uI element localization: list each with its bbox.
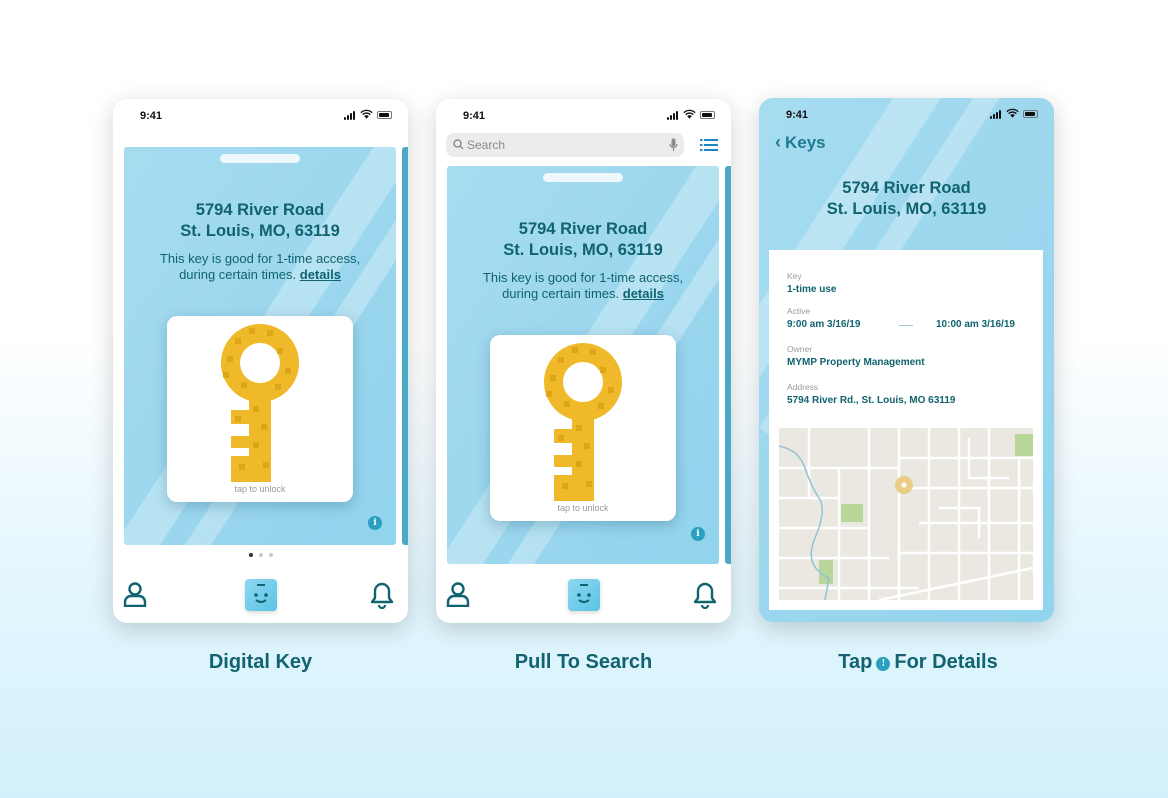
next-card-peek[interactable] — [402, 147, 408, 545]
tab-bar — [113, 579, 408, 619]
status-bar: 9:41 — [113, 99, 408, 133]
description-line-2: during certain times. — [502, 286, 620, 301]
key-icon — [220, 324, 299, 482]
page-indicator — [113, 553, 408, 557]
mic-icon[interactable] — [669, 138, 678, 152]
tab-bar — [436, 579, 731, 619]
battery-icon — [700, 111, 715, 119]
battery-icon — [1023, 110, 1038, 118]
address-line-1: 5794 River Road — [842, 179, 971, 197]
key-details-panel: Key 1-time use Active 9:00 am 3/16/19 10… — [769, 250, 1043, 610]
phone-key-details: 9:41 ‹ Keys 5794 River Road St. Louis, MO… — [759, 98, 1054, 622]
phone-digital-key: 9:41 5794 River Road St. Louis, MO, 6311… — [113, 99, 408, 623]
address-line-2: St. Louis, MO, 63119 — [180, 222, 340, 240]
address-line-2: St. Louis, MO, 63119 — [826, 200, 987, 218]
signal-icon — [667, 111, 680, 120]
info-icon: ! — [876, 657, 891, 671]
status-time: 9:41 — [786, 109, 809, 121]
face-icon[interactable] — [567, 579, 600, 611]
bell-icon[interactable] — [693, 581, 717, 609]
address-line-2: St. Louis, MO, 63119 — [503, 241, 663, 259]
card-address: 5794 River Road St. Louis, MO, 63119 — [447, 219, 719, 261]
address-line-1: 5794 River Road — [195, 201, 325, 219]
phone-pull-to-search: 9:41 Search 5794 River Road St. Louis, M… — [436, 99, 731, 623]
description-line-2: during certain times. — [179, 267, 297, 282]
key-tile[interactable]: tap to unlock — [167, 316, 353, 502]
active-end: 10:00 am 3/16/19 — [936, 319, 1015, 330]
details-link[interactable]: details — [623, 286, 664, 301]
caption-prefix: Tap — [838, 651, 873, 673]
battery-icon — [377, 111, 392, 119]
tap-to-unlock-label: tap to unlock — [557, 503, 609, 513]
card-handle[interactable] — [543, 173, 623, 182]
caption-suffix: For Details — [894, 651, 998, 673]
status-bar: 9:41 — [759, 98, 1054, 132]
next-card-peek[interactable] — [725, 166, 731, 564]
bell-icon[interactable] — [370, 581, 394, 609]
info-icon[interactable]: i — [368, 516, 382, 530]
back-label: Keys — [785, 133, 826, 152]
address-value: 5794 River Rd., St. Louis, MO 63119 — [787, 395, 956, 406]
address-line-1: 5794 River Road — [518, 220, 648, 238]
digital-key-card[interactable]: 5794 River Road St. Louis, MO, 63119 Thi… — [124, 147, 396, 545]
caption-pull-to-search: Pull To Search — [514, 651, 653, 673]
person-icon[interactable] — [446, 581, 470, 607]
search-placeholder: Search — [467, 138, 506, 152]
caption-tap-for-details: Tap! For Details — [759, 651, 1077, 674]
wifi-icon — [360, 109, 373, 119]
person-icon[interactable] — [123, 581, 147, 607]
active-range-dash — [899, 325, 913, 326]
chevron-left-icon: ‹ — [775, 132, 781, 152]
key-icon — [543, 343, 622, 501]
card-address: 5794 River Road St. Louis, MO, 63119 — [124, 200, 396, 242]
search-icon — [453, 139, 464, 150]
key-tile[interactable]: tap to unlock — [490, 335, 676, 521]
digital-key-card[interactable]: 5794 River Road St. Louis, MO, 63119 Thi… — [447, 166, 719, 564]
list-icon[interactable] — [700, 139, 718, 151]
back-button[interactable]: ‹ Keys — [775, 132, 826, 153]
signal-icon — [990, 110, 1003, 119]
owner-value: MYMP Property Management — [787, 357, 925, 368]
access-description: This key is good for 1-time access, duri… — [124, 251, 396, 283]
key-label: Key — [787, 271, 802, 281]
key-value: 1-time use — [787, 284, 837, 295]
info-icon[interactable]: i — [691, 527, 705, 541]
location-map[interactable] — [779, 428, 1033, 600]
owner-label: Owner — [787, 344, 813, 354]
active-label: Active — [787, 306, 811, 316]
caption-digital-key: Digital Key — [208, 651, 313, 673]
face-icon[interactable] — [244, 579, 277, 611]
description-line-1: This key is good for 1-time access, — [482, 270, 684, 285]
wifi-icon — [683, 109, 696, 119]
details-link[interactable]: details — [300, 267, 341, 282]
description-line-1: This key is good for 1-time access, — [159, 251, 361, 266]
detail-address-title: 5794 River Road St. Louis, MO, 63119 — [759, 178, 1054, 220]
access-description: This key is good for 1-time access, duri… — [447, 270, 719, 302]
card-handle[interactable] — [220, 154, 300, 163]
wifi-icon — [1006, 108, 1019, 118]
tap-to-unlock-label: tap to unlock — [234, 484, 286, 494]
address-label: Address — [787, 382, 819, 392]
search-input[interactable]: Search — [446, 133, 684, 157]
signal-icon — [344, 111, 357, 120]
map-pin-icon[interactable] — [895, 476, 913, 494]
status-time: 9:41 — [463, 110, 486, 122]
status-bar: 9:41 — [436, 99, 731, 133]
status-time: 9:41 — [140, 110, 163, 122]
active-start: 9:00 am 3/16/19 — [787, 319, 861, 330]
